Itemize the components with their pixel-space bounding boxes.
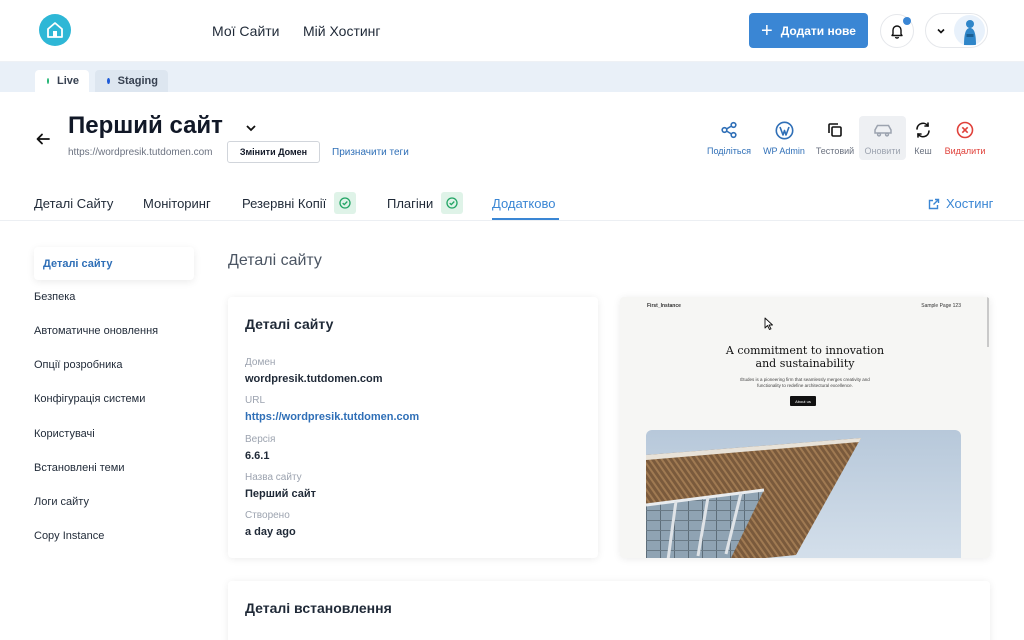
assign-tags-link[interactable]: Призначити теги — [332, 147, 409, 158]
sidebar-item-developer-options[interactable]: Опції розробника — [34, 359, 122, 371]
user-menu[interactable] — [925, 13, 988, 48]
delete-label: Видалити — [944, 146, 986, 156]
preview-heading: A commitment to innovation and sustainab… — [620, 344, 990, 370]
tab-site-details[interactable]: Деталі Сайту — [34, 196, 113, 211]
sidebar-item-copy-instance[interactable]: Copy Instance — [34, 530, 104, 542]
staging-status-dot — [107, 78, 110, 84]
delete-action[interactable]: Видалити — [942, 116, 988, 160]
sidebar-item-security[interactable]: Безпека — [34, 291, 75, 303]
check-circle-icon — [441, 192, 464, 214]
top-bar: Мої Сайти Мій Хостинг + Додати нове — [0, 0, 1024, 62]
add-new-label: Додати нове — [780, 23, 856, 38]
tab-monitoring[interactable]: Моніторинг — [143, 196, 211, 211]
env-staging-label: Staging — [117, 75, 158, 87]
env-tab-staging[interactable]: Staging — [95, 70, 168, 92]
install-details-card: Деталі встановлення — [228, 581, 990, 640]
cache-label: Кеш — [914, 146, 932, 156]
tab-plugins-label: Плагіни — [387, 195, 434, 211]
preview-subtext: Études is a pioneering firm that seamles… — [620, 377, 990, 389]
notifications-button[interactable] — [880, 14, 914, 48]
sidebar-item-site-details[interactable]: Деталі сайту — [34, 247, 194, 280]
install-details-title: Деталі встановлення — [245, 600, 392, 616]
domain-value: wordpresik.tutdomen.com — [245, 373, 383, 385]
version-label: Версія — [245, 434, 276, 445]
preview-menu: Sample Page 123 — [921, 303, 961, 309]
tabs-divider — [0, 220, 1024, 221]
created-label: Створено — [245, 510, 290, 521]
live-status-dot — [47, 78, 49, 84]
preview-about-button: About us — [790, 396, 816, 406]
back-arrow-icon[interactable] — [34, 130, 52, 148]
sidebar-item-system-config[interactable]: Конфігурація системи — [34, 393, 145, 405]
cursor-icon — [764, 317, 773, 330]
share-label: Поділіться — [707, 146, 751, 156]
check-circle-icon — [334, 192, 357, 214]
url-link[interactable]: https://wordpresik.tutdomen.com — [245, 411, 419, 423]
wp-admin-action[interactable]: WP Admin — [761, 116, 807, 160]
external-link-icon — [928, 198, 940, 209]
url-label: URL — [245, 395, 266, 406]
preview-heading-line-2: and sustainability — [755, 357, 855, 370]
site-preview[interactable]: First_Instance Sample Page 123 A commitm… — [620, 297, 990, 558]
card-title: Деталі сайту — [245, 316, 334, 332]
wordpress-icon — [774, 120, 794, 140]
version-value: 6.6.1 — [245, 450, 270, 462]
tab-site-details-label: Деталі Сайту — [34, 196, 114, 211]
sidebar-item-installed-themes[interactable]: Встановлені теми — [34, 462, 125, 474]
share-icon — [719, 120, 739, 140]
refresh-icon — [913, 120, 933, 140]
share-action[interactable]: Поділіться — [706, 116, 752, 160]
env-tab-live[interactable]: Live — [35, 70, 89, 92]
site-switcher-chevron-icon[interactable] — [244, 121, 258, 135]
created-value: a day ago — [245, 526, 296, 538]
delete-circle-icon — [955, 120, 975, 140]
test-label: Тестовий — [815, 146, 855, 156]
logo[interactable] — [39, 14, 71, 46]
nav-my-hosting[interactable]: Мій Хостинг — [303, 23, 381, 39]
site-details-card: Деталі сайту Домен wordpresik.tutdomen.c… — [228, 297, 598, 558]
preview-subtext-line-2: functionality to redefine architectural … — [757, 383, 853, 388]
site-title[interactable]: Перший сайт — [68, 112, 223, 140]
add-new-button[interactable]: + Додати нове — [749, 13, 868, 48]
tab-extra[interactable]: Додатково — [492, 196, 555, 211]
sidebar-item-users[interactable]: Користувачі — [34, 428, 95, 440]
preview-scrollbar[interactable] — [987, 297, 989, 347]
hosting-link-label: Хостинг — [946, 196, 994, 211]
preview-brand: First_Instance — [647, 303, 681, 309]
nav-my-sites[interactable]: Мої Сайти — [212, 23, 280, 39]
cache-action[interactable]: Кеш — [910, 116, 936, 160]
chevron-down-icon — [934, 26, 948, 36]
sidebar-item-auto-updates[interactable]: Автоматичне оновлення — [34, 325, 158, 337]
change-domain-button[interactable]: Змінити Домен — [227, 141, 320, 163]
tab-backups-label: Резервні Копії — [242, 195, 327, 211]
site-name-value: Перший сайт — [245, 488, 317, 500]
page-title: Деталі сайту — [228, 252, 322, 269]
environment-bar: Live Staging — [0, 62, 1024, 92]
env-live-label: Live — [56, 75, 79, 87]
update-action[interactable]: Оновити — [859, 116, 906, 160]
hosting-link[interactable]: Хостинг — [928, 196, 993, 211]
preview-building-image — [646, 430, 961, 558]
wp-admin-label: WP Admin — [763, 146, 805, 156]
copy-icon — [825, 120, 845, 140]
test-action[interactable]: Тестовий — [814, 116, 856, 160]
avatar — [954, 15, 985, 46]
site-name-label: Назва сайту — [245, 472, 302, 483]
site-url: https://wordpresik.tutdomen.com — [68, 147, 213, 158]
notification-dot — [903, 17, 911, 25]
bell-icon — [891, 25, 903, 39]
preview-heading-line-1: A commitment to innovation — [725, 344, 885, 357]
tab-backups[interactable]: Резервні Копії — [242, 192, 357, 214]
tab-monitoring-label: Моніторинг — [143, 196, 211, 211]
plus-icon: + — [761, 19, 773, 42]
tab-plugins[interactable]: Плагіни — [387, 192, 464, 214]
house-logo-icon — [47, 22, 63, 38]
car-icon — [873, 120, 893, 140]
domain-label: Домен — [245, 357, 276, 368]
sidebar-item-site-logs[interactable]: Логи сайту — [34, 496, 89, 508]
tab-extra-label: Додатково — [492, 196, 556, 211]
update-label: Оновити — [864, 146, 901, 156]
